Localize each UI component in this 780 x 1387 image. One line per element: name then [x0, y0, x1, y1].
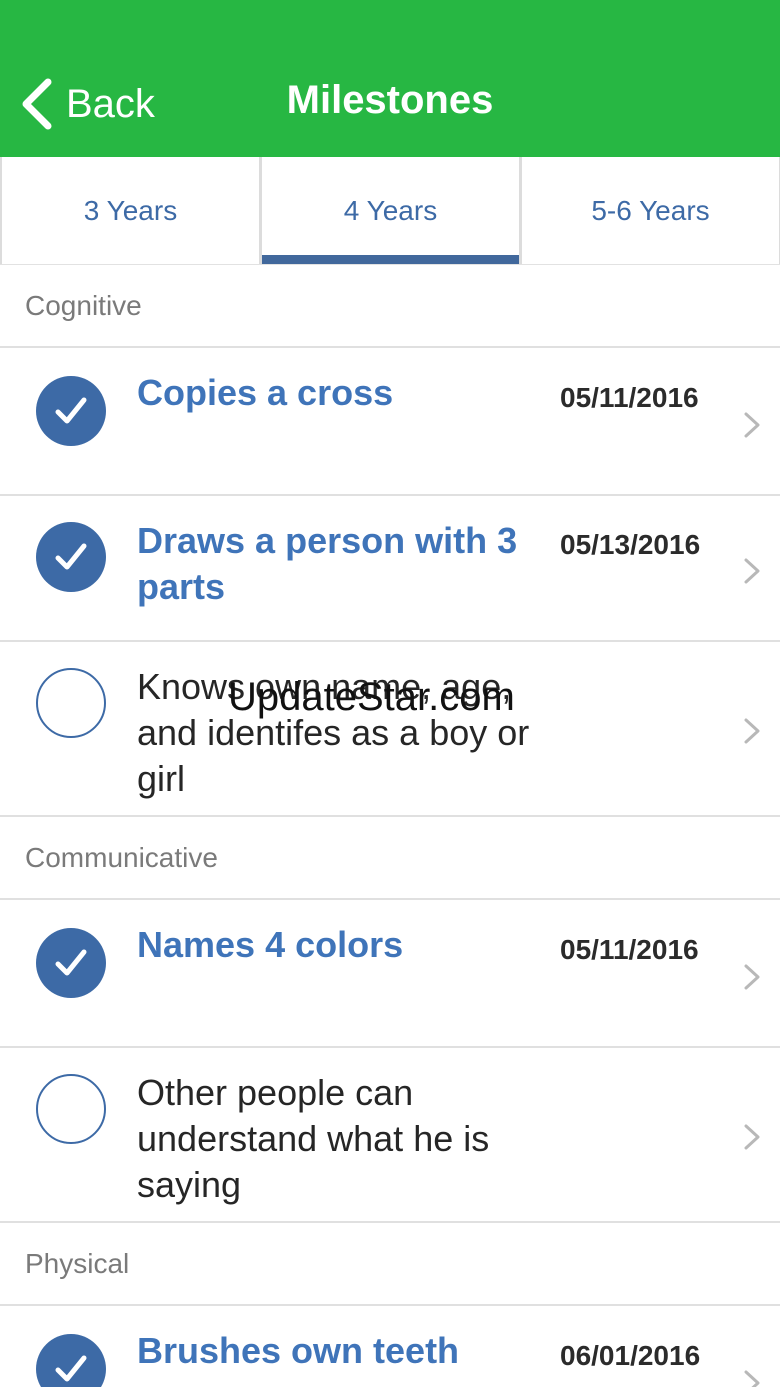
navigation-bar: Back Milestones [0, 0, 780, 157]
milestone-checkbox[interactable] [36, 1074, 106, 1144]
milestone-row[interactable]: Knows own name, age, and identifes as a … [0, 642, 780, 817]
chevron-right-icon [744, 412, 760, 438]
age-tabs: 3 Years 4 Years 5-6 Years [0, 157, 780, 265]
chevron-right-icon [744, 718, 760, 744]
milestone-checkbox[interactable] [36, 376, 106, 446]
section-header-cognitive: Cognitive [0, 265, 780, 348]
milestone-checkbox[interactable] [36, 668, 106, 738]
section-title: Physical [25, 1247, 130, 1279]
milestone-checkbox[interactable] [36, 1334, 106, 1387]
milestone-date: 05/13/2016 [560, 529, 701, 560]
chevron-right-icon [744, 1124, 760, 1150]
checkmark-icon [55, 543, 87, 570]
milestone-row[interactable]: Draws a person with 3 parts 05/13/2016 [0, 496, 780, 642]
chevron-right-icon [744, 964, 760, 990]
tab-5-6-years[interactable]: 5-6 Years [520, 157, 780, 264]
milestone-checkbox[interactable] [36, 522, 106, 592]
milestone-title: Knows own name, age, and identifes as a … [137, 666, 530, 799]
section-header-communicative: Communicative [0, 817, 780, 900]
milestone-row[interactable]: Copies a cross 05/11/2016 [0, 348, 780, 496]
section-title: Communicative [25, 841, 218, 873]
milestone-row[interactable]: Other people can understand what he is s… [0, 1048, 780, 1223]
milestone-date: 05/11/2016 [560, 382, 699, 413]
tab-3-years[interactable]: 3 Years [0, 157, 260, 264]
milestone-title: Draws a person with 3 parts [137, 520, 518, 607]
checkmark-icon [55, 397, 87, 424]
milestone-title: Other people can understand what he is s… [137, 1072, 490, 1205]
milestone-row[interactable]: Names 4 colors 05/11/2016 [0, 900, 780, 1048]
milestone-checkbox[interactable] [36, 928, 106, 998]
section-title: Cognitive [25, 289, 142, 321]
section-header-physical: Physical [0, 1223, 780, 1306]
milestone-title: Names 4 colors [137, 924, 404, 965]
milestone-title: Copies a cross [137, 372, 394, 413]
milestone-date: 06/01/2016 [560, 1340, 701, 1371]
tab-label: 5-6 Years [591, 194, 710, 226]
tab-label: 3 Years [83, 194, 178, 226]
tab-4-years[interactable]: 4 Years [260, 157, 520, 264]
chevron-right-icon [744, 1370, 760, 1387]
milestone-row[interactable]: Brushes own teeth 06/01/2016 [0, 1306, 780, 1387]
checkmark-icon [55, 949, 87, 976]
checkmark-icon [55, 1355, 87, 1382]
milestone-title: Brushes own teeth [137, 1330, 460, 1371]
milestone-date: 05/11/2016 [560, 934, 699, 965]
page-title: Milestones [286, 78, 494, 122]
tab-label: 4 Years [343, 194, 438, 226]
chevron-right-icon [744, 558, 760, 584]
